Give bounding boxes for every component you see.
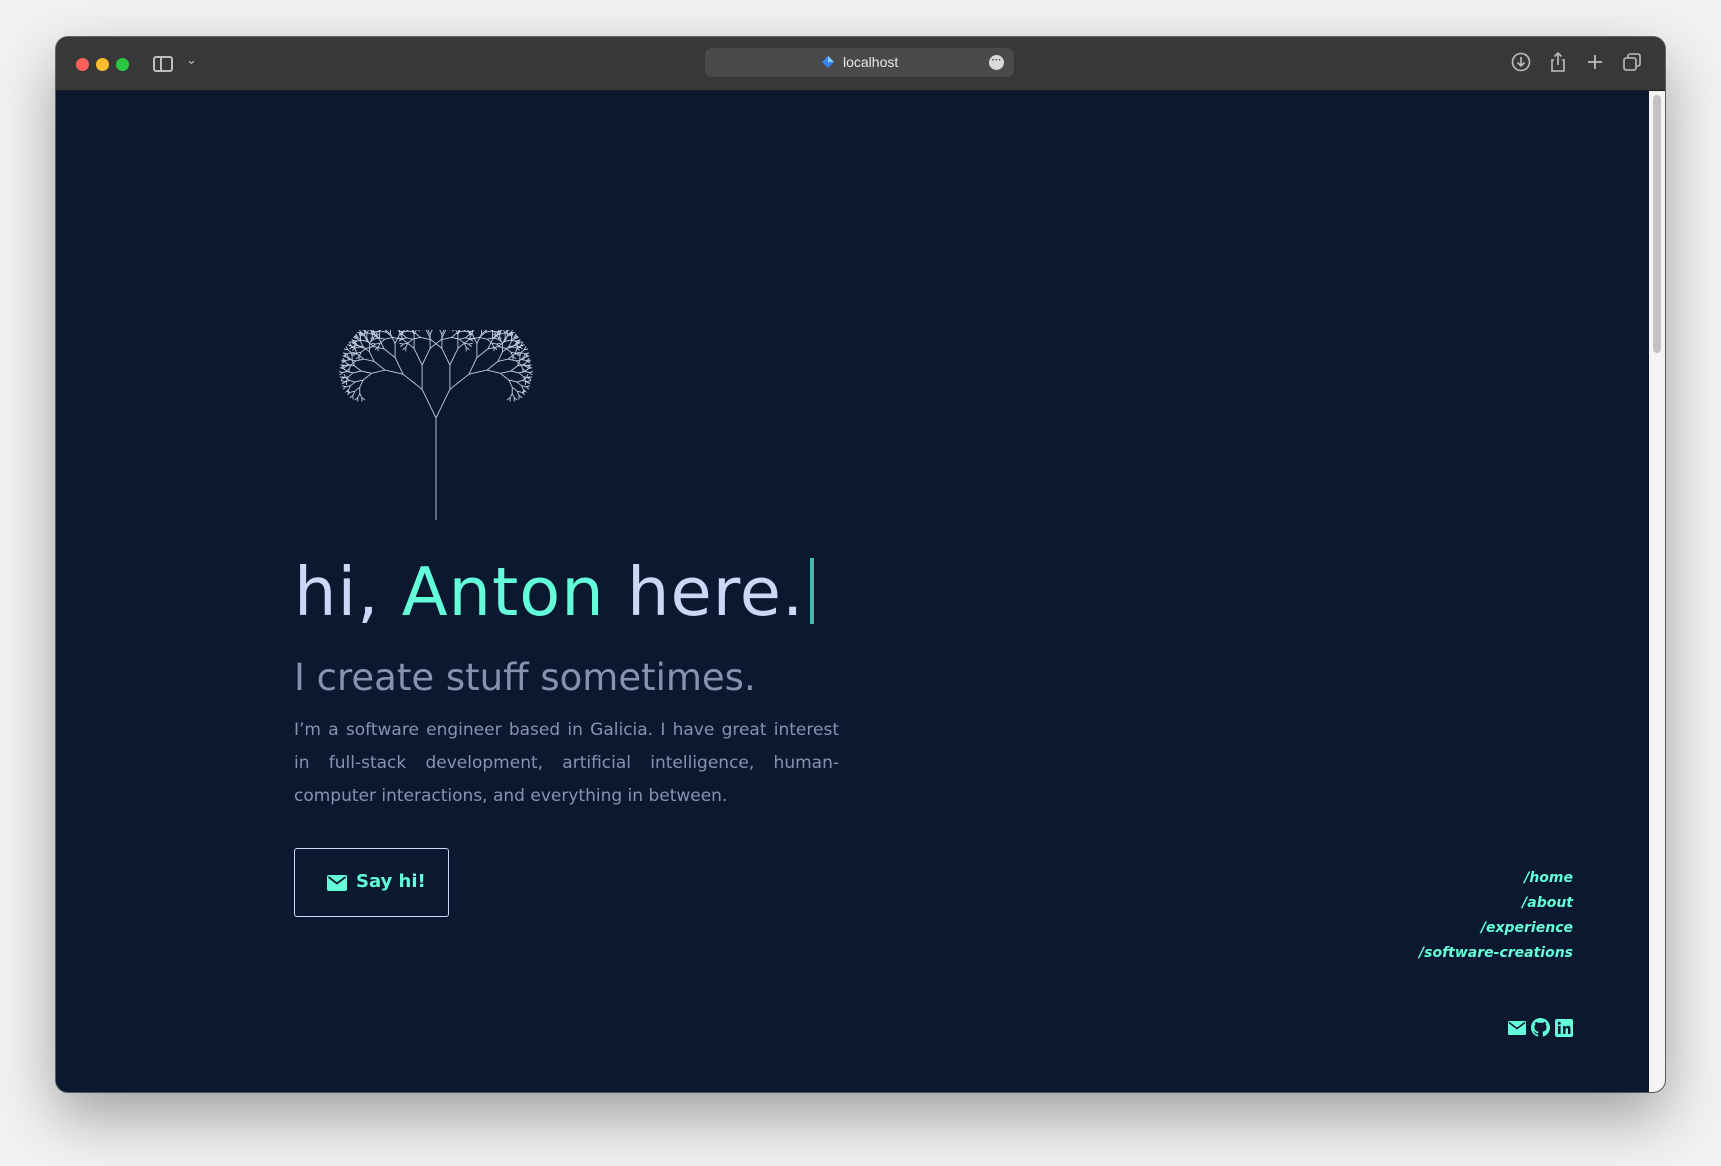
tab-overview-icon[interactable] <box>1621 51 1643 73</box>
scrollbar-thumb[interactable] <box>1653 95 1661 353</box>
more-options-icon[interactable]: ··· <box>989 55 1004 70</box>
minimize-window-button[interactable] <box>96 58 109 71</box>
nav-link-software-creations[interactable]: /software-creations <box>1419 941 1573 966</box>
say-hi-button[interactable]: Say hi! <box>294 848 449 917</box>
mail-icon <box>327 875 347 891</box>
zoom-window-button[interactable] <box>116 58 129 71</box>
hero-greeting-end: here. <box>604 553 805 631</box>
browser-window: ⌄ localhost ··· hi, Anton here. I create… <box>56 37 1665 1092</box>
address-bar[interactable]: localhost ··· <box>705 48 1014 77</box>
browser-titlebar: ⌄ localhost ··· <box>56 37 1665 91</box>
say-hi-label: Say hi! <box>356 871 426 892</box>
url-text: localhost <box>843 54 899 70</box>
nav-link-experience[interactable]: /experience <box>1419 916 1573 941</box>
hero-subtitle: I create stuff sometimes. <box>294 656 756 699</box>
close-window-button[interactable] <box>76 58 89 71</box>
page-content: hi, Anton here. I create stuff sometimes… <box>56 91 1649 1092</box>
hero-greeting: hi, <box>294 553 402 631</box>
download-icon[interactable] <box>1510 51 1532 73</box>
share-icon[interactable] <box>1547 51 1569 73</box>
tree-branches <box>338 330 534 520</box>
fractal-tree-illustration <box>338 330 534 520</box>
hero-name: Anton <box>401 553 605 631</box>
nav-link-home[interactable]: /home <box>1419 866 1573 891</box>
linkedin-icon[interactable] <box>1555 1018 1573 1041</box>
intro-paragraph: I’m a software engineer based in Galicia… <box>294 720 839 806</box>
typing-caret <box>810 558 815 624</box>
new-tab-icon[interactable] <box>1584 51 1606 73</box>
social-links <box>1508 1018 1573 1041</box>
chevron-down-icon[interactable]: ⌄ <box>186 53 197 68</box>
favicon-icon <box>822 56 834 68</box>
hero-title: hi, Anton here. <box>294 553 815 631</box>
page-scrollbar[interactable] <box>1649 91 1665 1092</box>
nav-link-about[interactable]: /about <box>1419 891 1573 916</box>
side-navigation: /home /about /experience /software-creat… <box>1419 866 1573 966</box>
github-icon[interactable] <box>1531 1018 1550 1041</box>
sidebar-toggle-icon[interactable] <box>153 56 173 72</box>
mail-icon[interactable] <box>1508 1020 1526 1039</box>
